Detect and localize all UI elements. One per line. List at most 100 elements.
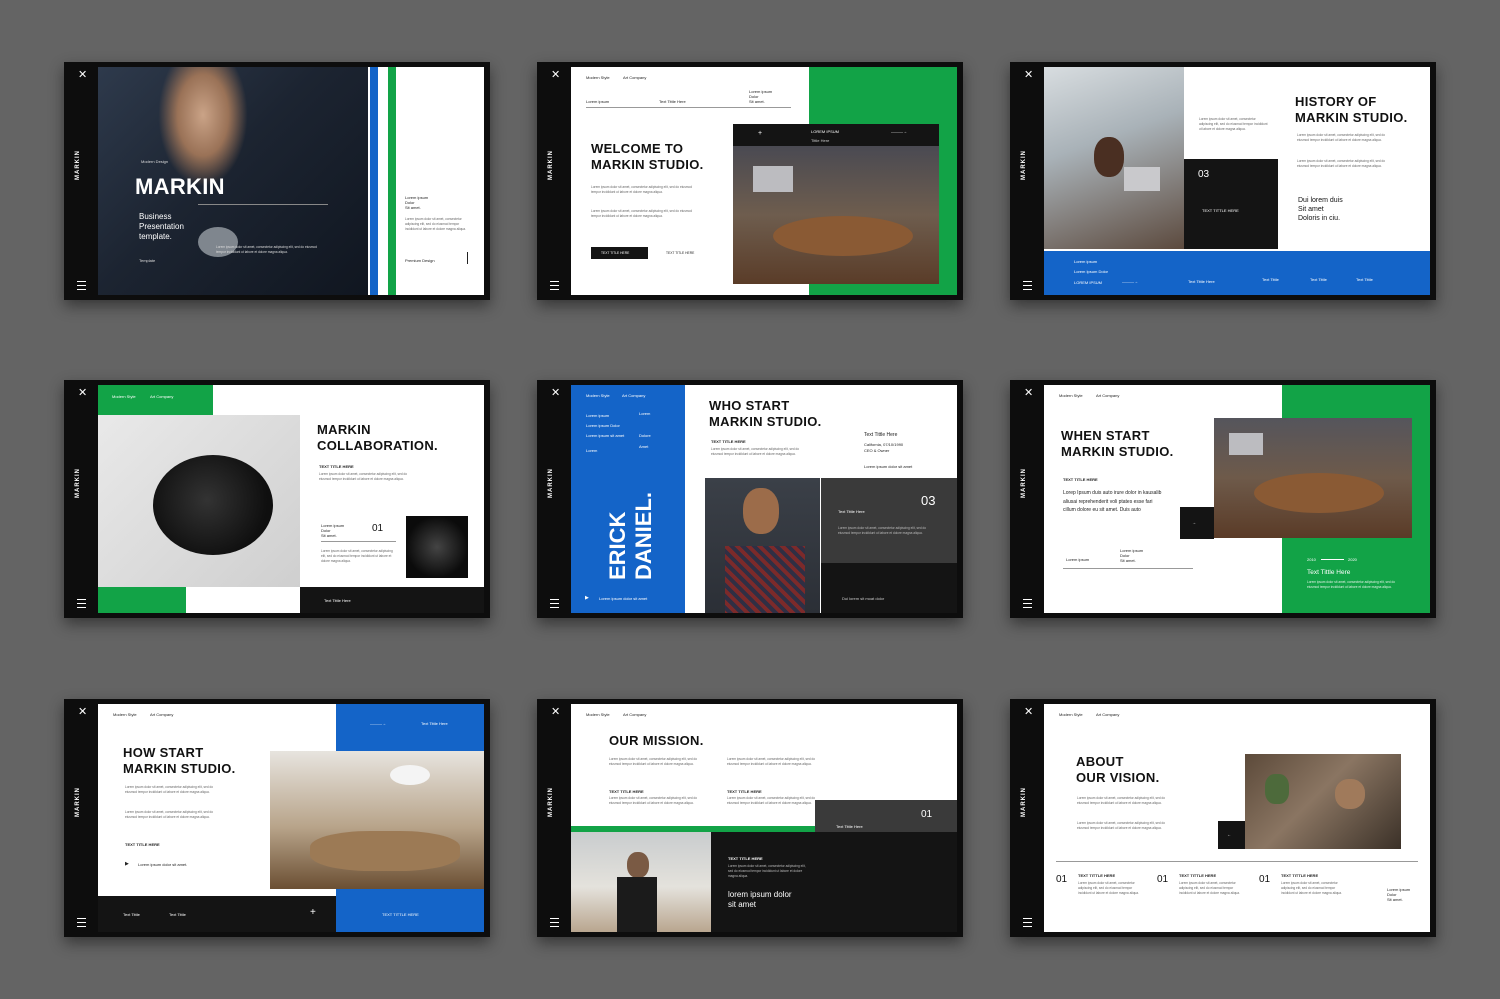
blue-footer: Lorem ipsum Lorem Ipsum Dolor LOREM IPSU… [1044,251,1430,295]
arrow-icon[interactable]: ———→ [891,129,907,134]
mission-body-2: Lorem ipsum dolor sit amet, consectetur … [727,757,816,766]
foot-1: Text Tittle [123,912,140,917]
when-body: Lorep Ipsum duis auto irure dolor in kau… [1063,490,1162,513]
arrow-button[interactable]: ← [1218,821,1245,849]
mission-body-1: Lorem ipsum dolor sit amet, consectetur … [609,757,698,766]
close-icon[interactable]: ✕ [551,388,560,399]
menu-1[interactable]: Lorem ipsum [586,413,609,418]
art-company: Art Company [1096,712,1120,717]
rail-brand: MARKIN [548,150,554,180]
subtitle-1: Business [139,212,172,221]
vision-title-1: ABOUT [1076,754,1124,769]
slide-how-start[interactable]: ✕ MARKIN Modern Style Art Company ———→ T… [64,699,490,937]
history-body-1: Lorem ipsum dolor sit amet, consectetur … [1199,117,1268,131]
cover-title: MARKIN [135,174,225,199]
menu-5[interactable]: Lorem [639,411,650,416]
rail-brand: MARKIN [1021,150,1027,180]
collab-body-2: Lorem ipsum dolor sit amet, consectetur … [321,549,393,563]
hamburger-icon[interactable] [550,918,559,927]
hamburger-icon[interactable] [77,281,86,290]
hamburger-icon[interactable] [1023,281,1032,290]
art-company: Art Company [150,712,174,717]
slide-canvas: Modern Style Art Company MARKIN COLLABOR… [98,385,484,613]
hamburger-icon[interactable] [77,599,86,608]
hamburger-icon[interactable] [77,918,86,927]
menu-2[interactable]: Lorem ipsum Dolor [586,423,620,428]
slide-canvas: Modern Style Art Company ———→ Text Tittl… [98,704,484,932]
welcome-title-2: MARKIN STUDIO. [591,157,704,172]
close-icon[interactable]: ✕ [78,388,87,399]
blue-foot: TEXT TITTLE HERE [382,912,419,917]
foot-t4: Text Tittle [1356,277,1373,282]
slide-canvas: Modern Style Art Company OUR MISSION. Lo… [571,704,957,932]
history-body-2: Lorem ipsum dolor sit amet, consectetur … [1297,133,1386,142]
modern-style: Modern Style [586,712,610,717]
foot-t2: Text Tittle [1262,277,1279,282]
slide-welcome[interactable]: ✕ MARKIN Modern Style Art Company Lorem … [537,62,963,300]
banner-title: LOREM IPSUM [811,129,840,134]
box-label: Text Tittle Here [836,824,863,829]
dark-label: TEXT TITLE HERE [728,856,763,861]
close-icon[interactable]: ✕ [1024,70,1033,81]
modern-style: Modern Style [1059,712,1083,717]
plus-icon[interactable]: + [310,907,316,918]
play-icon[interactable]: ▶ [585,595,589,601]
meeting-photo [733,146,939,284]
close-icon[interactable]: ✕ [551,70,560,81]
hamburger-icon[interactable] [1023,599,1032,608]
modern-style: Modern Style [586,75,610,80]
slide-when-start[interactable]: ✕ MARKIN Modern Style Art Company WHEN S… [1010,380,1436,618]
collab-title-1: MARKIN [317,422,371,437]
menu-4[interactable]: Lorem [586,448,597,453]
premium-label: Premium Design [405,258,435,263]
play-icon[interactable]: ▶ [125,861,129,867]
hamburger-icon[interactable] [1023,918,1032,927]
meeting-photo [1214,418,1412,538]
arrow-button[interactable]: → [1180,507,1214,539]
close-icon[interactable]: ✕ [551,707,560,718]
slide-vision[interactable]: ✕ MARKIN Modern Style Art Company ABOUT … [1010,699,1436,937]
who-label: TEXT TITLE HERE [711,439,746,444]
dark-2: sit amet [728,900,757,909]
slide-canvas: Modern Design MARKIN Business Presentati… [98,67,484,295]
collab-foot: Text Tittle Here [324,598,351,603]
slide-history[interactable]: ✕ MARKIN 03 TEXT TITTLE HERE Lorem ipsum… [1010,62,1436,300]
mission-title: OUR MISSION. [609,733,704,748]
collab-label: TEXT TITLE HERE [319,464,354,469]
template-label: Template [139,258,156,263]
slide-cover[interactable]: ✕ MARKIN Modern Design MARKIN Business P… [64,62,490,300]
art-company: Art Company [623,75,647,80]
headphones-photo [98,415,300,587]
side-3: Sit amet. [405,205,421,210]
how-body-2: Lorem ipsum dolor sit amet, consectetur … [125,810,214,819]
menu-6[interactable]: Dolore [639,433,651,438]
menu-3[interactable]: Lorem ipsum sit amet [586,433,624,438]
rail-brand: MARKIN [1021,468,1027,498]
slide-mission[interactable]: ✕ MARKIN Modern Style Art Company OUR MI… [537,699,963,937]
close-icon[interactable]: ✕ [78,707,87,718]
slide-canvas: Modern Style Art Company ABOUT OUR VISIO… [1044,704,1430,932]
hamburger-icon[interactable] [550,599,559,608]
arrow-icon: ← [1227,832,1231,837]
arrow-icon[interactable]: ———→ [1122,279,1138,284]
how-title-2: MARKIN STUDIO. [123,761,236,776]
close-icon[interactable]: ✕ [78,70,87,81]
secondary-link[interactable]: TEXT TITLE HERE [666,251,694,255]
slide-canvas: 03 TEXT TITTLE HERE Lorem ipsum dolor si… [1044,67,1430,295]
year-1: 2010 [1307,557,1316,562]
when-label: TEXT TITLE HERE [1063,477,1098,482]
close-icon[interactable]: ✕ [1024,707,1033,718]
num-01-c: 01 [1259,874,1271,885]
close-icon[interactable]: ✕ [1024,388,1033,399]
modern-style: Modern Style [112,394,136,399]
hamburger-icon[interactable] [550,281,559,290]
menu-7[interactable]: Amet [639,444,648,449]
slide-collaboration[interactable]: ✕ MARKIN Modern Style Art Company MARKIN… [64,380,490,618]
arrow-icon[interactable]: ———→ [370,721,386,726]
slide-who-start[interactable]: ✕ MARKIN Modern Style Art Company Lorem … [537,380,963,618]
how-label: TEXT TITLE HERE [125,842,160,847]
name-1: ERICK [605,511,630,580]
rail-brand: MARKIN [75,787,81,817]
history-title-2: MARKIN STUDIO. [1295,110,1408,125]
primary-button[interactable]: TEXT TITLE HERE [591,247,648,259]
